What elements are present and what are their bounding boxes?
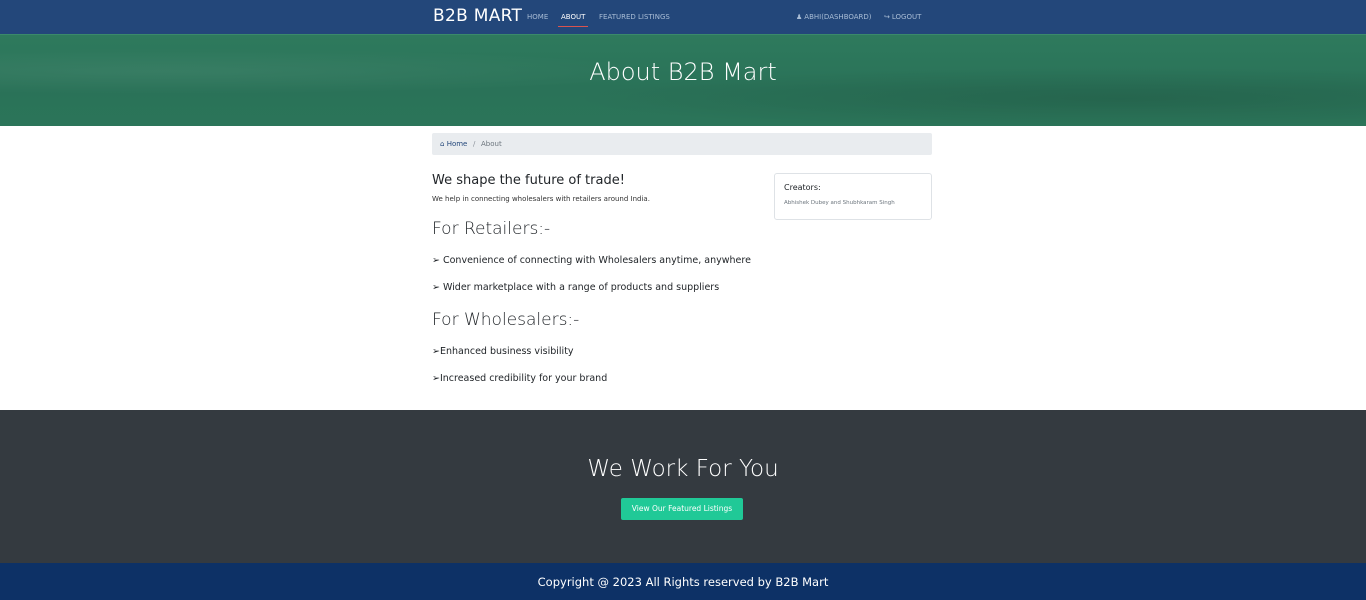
retailers-item: ➢ Wider marketplace with a range of prod…	[432, 282, 720, 293]
sign-out-icon: ↪	[884, 13, 890, 21]
nav-link-home[interactable]: HOME	[527, 13, 548, 21]
creators-card: Creators: Abhishek Dubey and Shubhkaram …	[774, 173, 932, 220]
breadcrumb-home[interactable]: ⌂ Home	[440, 140, 467, 148]
copyright-text: Copyright @ 2023 All Rights reserved by …	[537, 575, 829, 589]
breadcrumb: ⌂ Home / About	[432, 133, 932, 155]
nav-link-logout[interactable]: ↪ LOGOUT	[884, 13, 921, 21]
tagline-subtitle: We help in connecting wholesalers with r…	[432, 195, 650, 203]
dashboard-label: ABHI(DASHBOARD)	[804, 13, 872, 21]
nav-link-about[interactable]: ABOUT	[557, 13, 589, 27]
user-plus-icon: ♟	[796, 13, 803, 21]
creators-names: Abhishek Dubey and Shubhkaram Singh	[784, 200, 895, 206]
view-featured-listings-button[interactable]: View Our Featured Listings	[621, 498, 743, 520]
nav-link-featured-listings[interactable]: FEATURED LISTINGS	[599, 13, 670, 21]
tagline-heading: We shape the future of trade!	[432, 173, 625, 188]
breadcrumb-current: About	[481, 140, 502, 148]
navbar-inner: B2B MART HOME ABOUT FEATURED LISTINGS ♟ A…	[433, 0, 933, 35]
breadcrumb-separator: /	[473, 140, 476, 148]
nav-link-dashboard[interactable]: ♟ ABHI(DASHBOARD)	[796, 13, 872, 21]
breadcrumb-home-label: Home	[446, 140, 468, 148]
work-title: We Work For You	[587, 456, 779, 482]
retailers-item: ➢ Convenience of connecting with Wholesa…	[432, 255, 751, 266]
navbar: B2B MART HOME ABOUT FEATURED LISTINGS ♟ A…	[0, 0, 1366, 35]
wholesalers-item: ➢Increased credibility for your brand	[432, 373, 608, 384]
hero-banner: About B2B Mart	[0, 35, 1366, 126]
brand-logo[interactable]: B2B MART	[433, 6, 522, 26]
footer: Copyright @ 2023 All Rights reserved by …	[0, 563, 1366, 600]
retailers-heading: For Retailers:-	[432, 219, 551, 239]
home-icon: ⌂	[440, 140, 445, 148]
page-title: About B2B Mart	[589, 58, 777, 86]
wholesalers-item: ➢Enhanced business visibility	[432, 346, 574, 357]
logout-label: LOGOUT	[891, 13, 922, 21]
wholesalers-heading: For Wholesalers:-	[432, 310, 580, 330]
creators-title: Creators:	[784, 183, 821, 192]
work-section: We Work For You View Our Featured Listin…	[0, 410, 1366, 563]
